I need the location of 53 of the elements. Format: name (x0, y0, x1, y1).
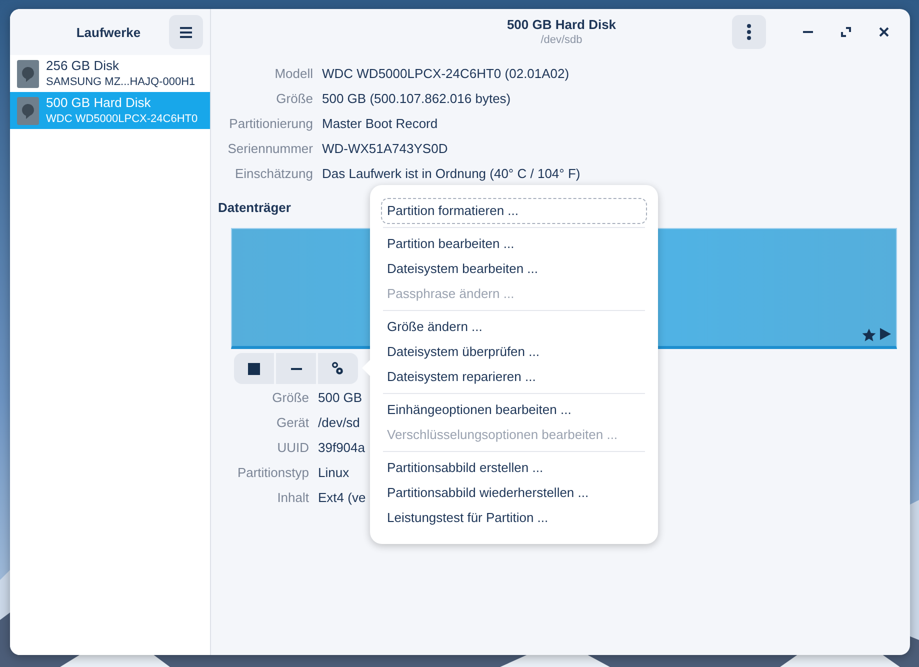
field-value: 500 GB (500.107.862.016 bytes) (322, 90, 511, 108)
menu-icon (180, 26, 192, 38)
field-value: 39f904a (318, 439, 365, 457)
drive-model: SAMSUNG MZ...HAJQ-000H1 (46, 74, 196, 90)
field-label: Größe (275, 90, 313, 108)
drive-name: 256 GB Disk (46, 58, 120, 74)
menu-item[interactable]: Größe ändern ... (382, 315, 646, 339)
sidebar-title: Laufwerke (75, 24, 142, 40)
menu-item[interactable]: Dateisystem überprüfen ... (382, 340, 646, 364)
menu-item[interactable]: Partitionsabbild erstellen ... (382, 456, 646, 480)
window-subtitle: /dev/sdb (540, 33, 582, 47)
minus-icon (290, 368, 302, 370)
menu-item[interactable]: Leistungstest für Partition ... (382, 506, 646, 530)
menu-item[interactable]: Partition formatieren ... (382, 199, 646, 223)
star-icon (862, 328, 876, 342)
field-value: 500 GB (318, 389, 362, 407)
field-value: Linux (318, 464, 350, 482)
drive-item[interactable]: 256 GB Disk SAMSUNG MZ...HAJQ-000H1 (10, 55, 210, 92)
settings-button[interactable] (318, 353, 358, 384)
field-label: Gerät (275, 414, 309, 432)
stop-button[interactable] (234, 353, 274, 384)
field-value: WDC WD5000LPCX-24C6HT0 (02.01A02) (322, 65, 570, 83)
menu-item[interactable]: Partition bearbeiten ... (382, 232, 646, 256)
maximize-icon (841, 27, 851, 37)
section-title: Datenträger (218, 200, 291, 215)
menu-item[interactable]: Einhängeoptionen bearbeiten ... (382, 398, 646, 422)
play-icon (880, 328, 891, 340)
minimize-icon (803, 31, 813, 33)
close-icon (879, 27, 889, 37)
field-label: Partitionstyp (236, 464, 309, 482)
menu-button[interactable] (169, 15, 203, 49)
field-label: Partitionierung (228, 115, 313, 133)
drive-name: 500 GB Hard Disk (46, 94, 152, 110)
field-value: Das Laufwerk ist in Ordnung (40° C / 104° F) (322, 165, 580, 183)
menu-item[interactable]: Dateisystem reparieren ... (382, 365, 646, 389)
field-label: Größe (271, 389, 309, 407)
kebab-icon (747, 24, 751, 40)
field-label: Seriennummer (226, 140, 313, 158)
field-value: Master Boot Record (322, 115, 438, 133)
field-value: WD-WX51A743YS0D (322, 140, 448, 158)
field-label: UUID (276, 439, 309, 457)
gears-icon (332, 362, 344, 376)
menu-item[interactable]: Dateisystem bearbeiten ... (382, 257, 646, 281)
field-label: Modell (274, 65, 313, 83)
field-value: Ext4 (ve (318, 489, 366, 507)
more-button[interactable] (732, 15, 766, 49)
field-label: Inhalt (276, 489, 309, 507)
field-value: /dev/sd (318, 414, 360, 432)
stop-icon (248, 362, 260, 374)
field-label: Einschätzung (234, 165, 313, 183)
drive-model: WDC WD5000LPCX-24C6HT0 (46, 112, 198, 126)
window-title: 500 GB Hard Disk (506, 17, 616, 33)
menu-item[interactable]: Partitionsabbild wiederherstellen ... (382, 481, 646, 505)
